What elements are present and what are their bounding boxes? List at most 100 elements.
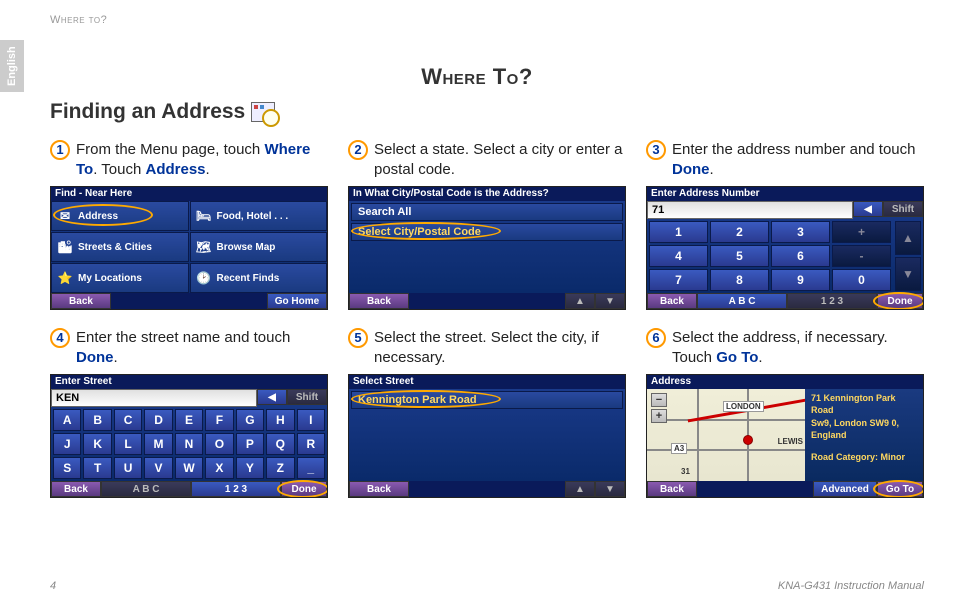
done-button[interactable]: Done [877, 293, 923, 309]
shot-title: Find - Near Here [51, 187, 327, 201]
envelope-icon: ✉ [56, 208, 74, 224]
down-arrow-button[interactable]: ▼ [895, 257, 921, 291]
map-label-31: 31 [681, 467, 690, 476]
key-m[interactable]: M [144, 433, 172, 455]
key-p[interactable]: P [236, 433, 264, 455]
back-button[interactable]: Back [51, 481, 101, 497]
key-h[interactable]: H [266, 409, 294, 431]
key-k[interactable]: K [83, 433, 111, 455]
key-y[interactable]: Y [236, 457, 264, 479]
manual-name: KNA-G431 Instruction Manual [778, 580, 924, 592]
scroll-up-button[interactable]: ▲ [565, 293, 595, 309]
key-c[interactable]: C [114, 409, 142, 431]
road-category: Road Category: Minor [811, 452, 917, 464]
screenshot-enter-street: Enter Street KEN ◀ Shift A B C D E F G H… [50, 374, 328, 498]
key-8[interactable]: 8 [710, 269, 769, 291]
shot-title: Select Street [349, 375, 625, 389]
shot-title: Enter Address Number [647, 187, 923, 201]
menu-recent-finds[interactable]: 🕑Recent Finds [190, 263, 328, 293]
goto-button[interactable]: Go To [877, 481, 923, 497]
key-1[interactable]: 1 [649, 221, 708, 243]
step-6: 6 Select the address, if necessary. Touc… [646, 328, 924, 498]
key-s[interactable]: S [53, 457, 81, 479]
zoom-out-button[interactable]: − [651, 393, 667, 407]
key-f[interactable]: F [205, 409, 233, 431]
key-2[interactable]: 2 [710, 221, 769, 243]
back-button[interactable]: Back [349, 293, 409, 309]
street-input[interactable]: KEN [51, 389, 257, 407]
menu-browse-map[interactable]: 🗺Browse Map [190, 232, 328, 262]
menu-address[interactable]: ✉Address [51, 201, 189, 231]
steps-grid: 1 From the Menu page, touch Where To. To… [50, 140, 924, 498]
key-d[interactable]: D [144, 409, 172, 431]
scroll-down-button[interactable]: ▼ [595, 481, 625, 497]
map-label-a3: A3 [671, 443, 687, 454]
address-line-1: 71 Kennington Park Road [811, 393, 917, 416]
back-button[interactable]: Back [647, 481, 697, 497]
123-button[interactable]: 1 2 3 [191, 481, 281, 497]
key-5[interactable]: 5 [710, 245, 769, 267]
key-x[interactable]: X [205, 457, 233, 479]
key-minus[interactable]: - [832, 245, 891, 267]
key-v[interactable]: V [144, 457, 172, 479]
scroll-up-button[interactable]: ▲ [565, 481, 595, 497]
map-pin-icon [743, 435, 753, 445]
select-city-postal-row[interactable]: Select City/Postal Code [351, 223, 623, 241]
key-z[interactable]: Z [266, 457, 294, 479]
number-keypad: 1 2 3 + 4 5 6 - 7 8 9 0 [647, 219, 893, 293]
shift-button[interactable]: Shift [883, 201, 923, 217]
key-j[interactable]: J [53, 433, 81, 455]
key-a[interactable]: A [53, 409, 81, 431]
key-g[interactable]: G [236, 409, 264, 431]
key-b[interactable]: B [83, 409, 111, 431]
step-4: 4 Enter the street name and touch Done. … [50, 328, 328, 498]
go-home-button[interactable]: Go Home [267, 293, 327, 309]
page-number: 4 [50, 580, 56, 592]
key-6[interactable]: 6 [771, 245, 830, 267]
key-0[interactable]: 0 [832, 269, 891, 291]
back-button[interactable]: Back [349, 481, 409, 497]
search-all-row[interactable]: Search All [351, 203, 623, 221]
shift-button[interactable]: Shift [287, 389, 327, 405]
zoom-in-button[interactable]: + [651, 409, 667, 423]
up-arrow-button[interactable]: ▲ [895, 221, 921, 255]
back-button[interactable]: Back [51, 293, 111, 309]
step-2-text: 2 Select a state. Select a city or enter… [348, 140, 626, 182]
backspace-button[interactable]: ◀ [257, 389, 287, 405]
backspace-button[interactable]: ◀ [853, 201, 883, 217]
screenshot-address-map: Address − + LONDON A3 31 LEWIS [646, 374, 924, 498]
map-preview[interactable]: − + LONDON A3 31 LEWIS [647, 389, 807, 481]
street-result-row[interactable]: Kennington Park Road [351, 391, 623, 409]
back-button[interactable]: Back [647, 293, 697, 309]
search-photo-icon [251, 102, 275, 122]
key-9[interactable]: 9 [771, 269, 830, 291]
key-e[interactable]: E [175, 409, 203, 431]
bed-icon: 🛏 [195, 208, 213, 224]
abc-button[interactable]: A B C [697, 293, 787, 309]
menu-food-hotel[interactable]: 🛏Food, Hotel . . . [190, 201, 328, 231]
advanced-button[interactable]: Advanced [813, 481, 877, 497]
key-n[interactable]: N [175, 433, 203, 455]
step-3: 3 Enter the address number and touch Don… [646, 140, 924, 310]
key-plus[interactable]: + [832, 221, 891, 243]
key-w[interactable]: W [175, 457, 203, 479]
key-4[interactable]: 4 [649, 245, 708, 267]
scroll-down-button[interactable]: ▼ [595, 293, 625, 309]
menu-my-locations[interactable]: ⭐My Locations [51, 263, 189, 293]
key-t[interactable]: T [83, 457, 111, 479]
abc-button[interactable]: A B C [101, 481, 191, 497]
menu-streets-cities[interactable]: 🏙Streets & Cities [51, 232, 189, 262]
key-l[interactable]: L [114, 433, 142, 455]
key-r[interactable]: R [297, 433, 325, 455]
key-i[interactable]: I [297, 409, 325, 431]
key-q[interactable]: Q [266, 433, 294, 455]
buildings-icon: 🏙 [56, 239, 74, 255]
key-u[interactable]: U [114, 457, 142, 479]
123-button[interactable]: 1 2 3 [787, 293, 877, 309]
number-input[interactable]: 71 [647, 201, 853, 219]
key-o[interactable]: O [205, 433, 233, 455]
done-button[interactable]: Done [281, 481, 327, 497]
key-space[interactable]: _ [297, 457, 325, 479]
key-7[interactable]: 7 [649, 269, 708, 291]
key-3[interactable]: 3 [771, 221, 830, 243]
